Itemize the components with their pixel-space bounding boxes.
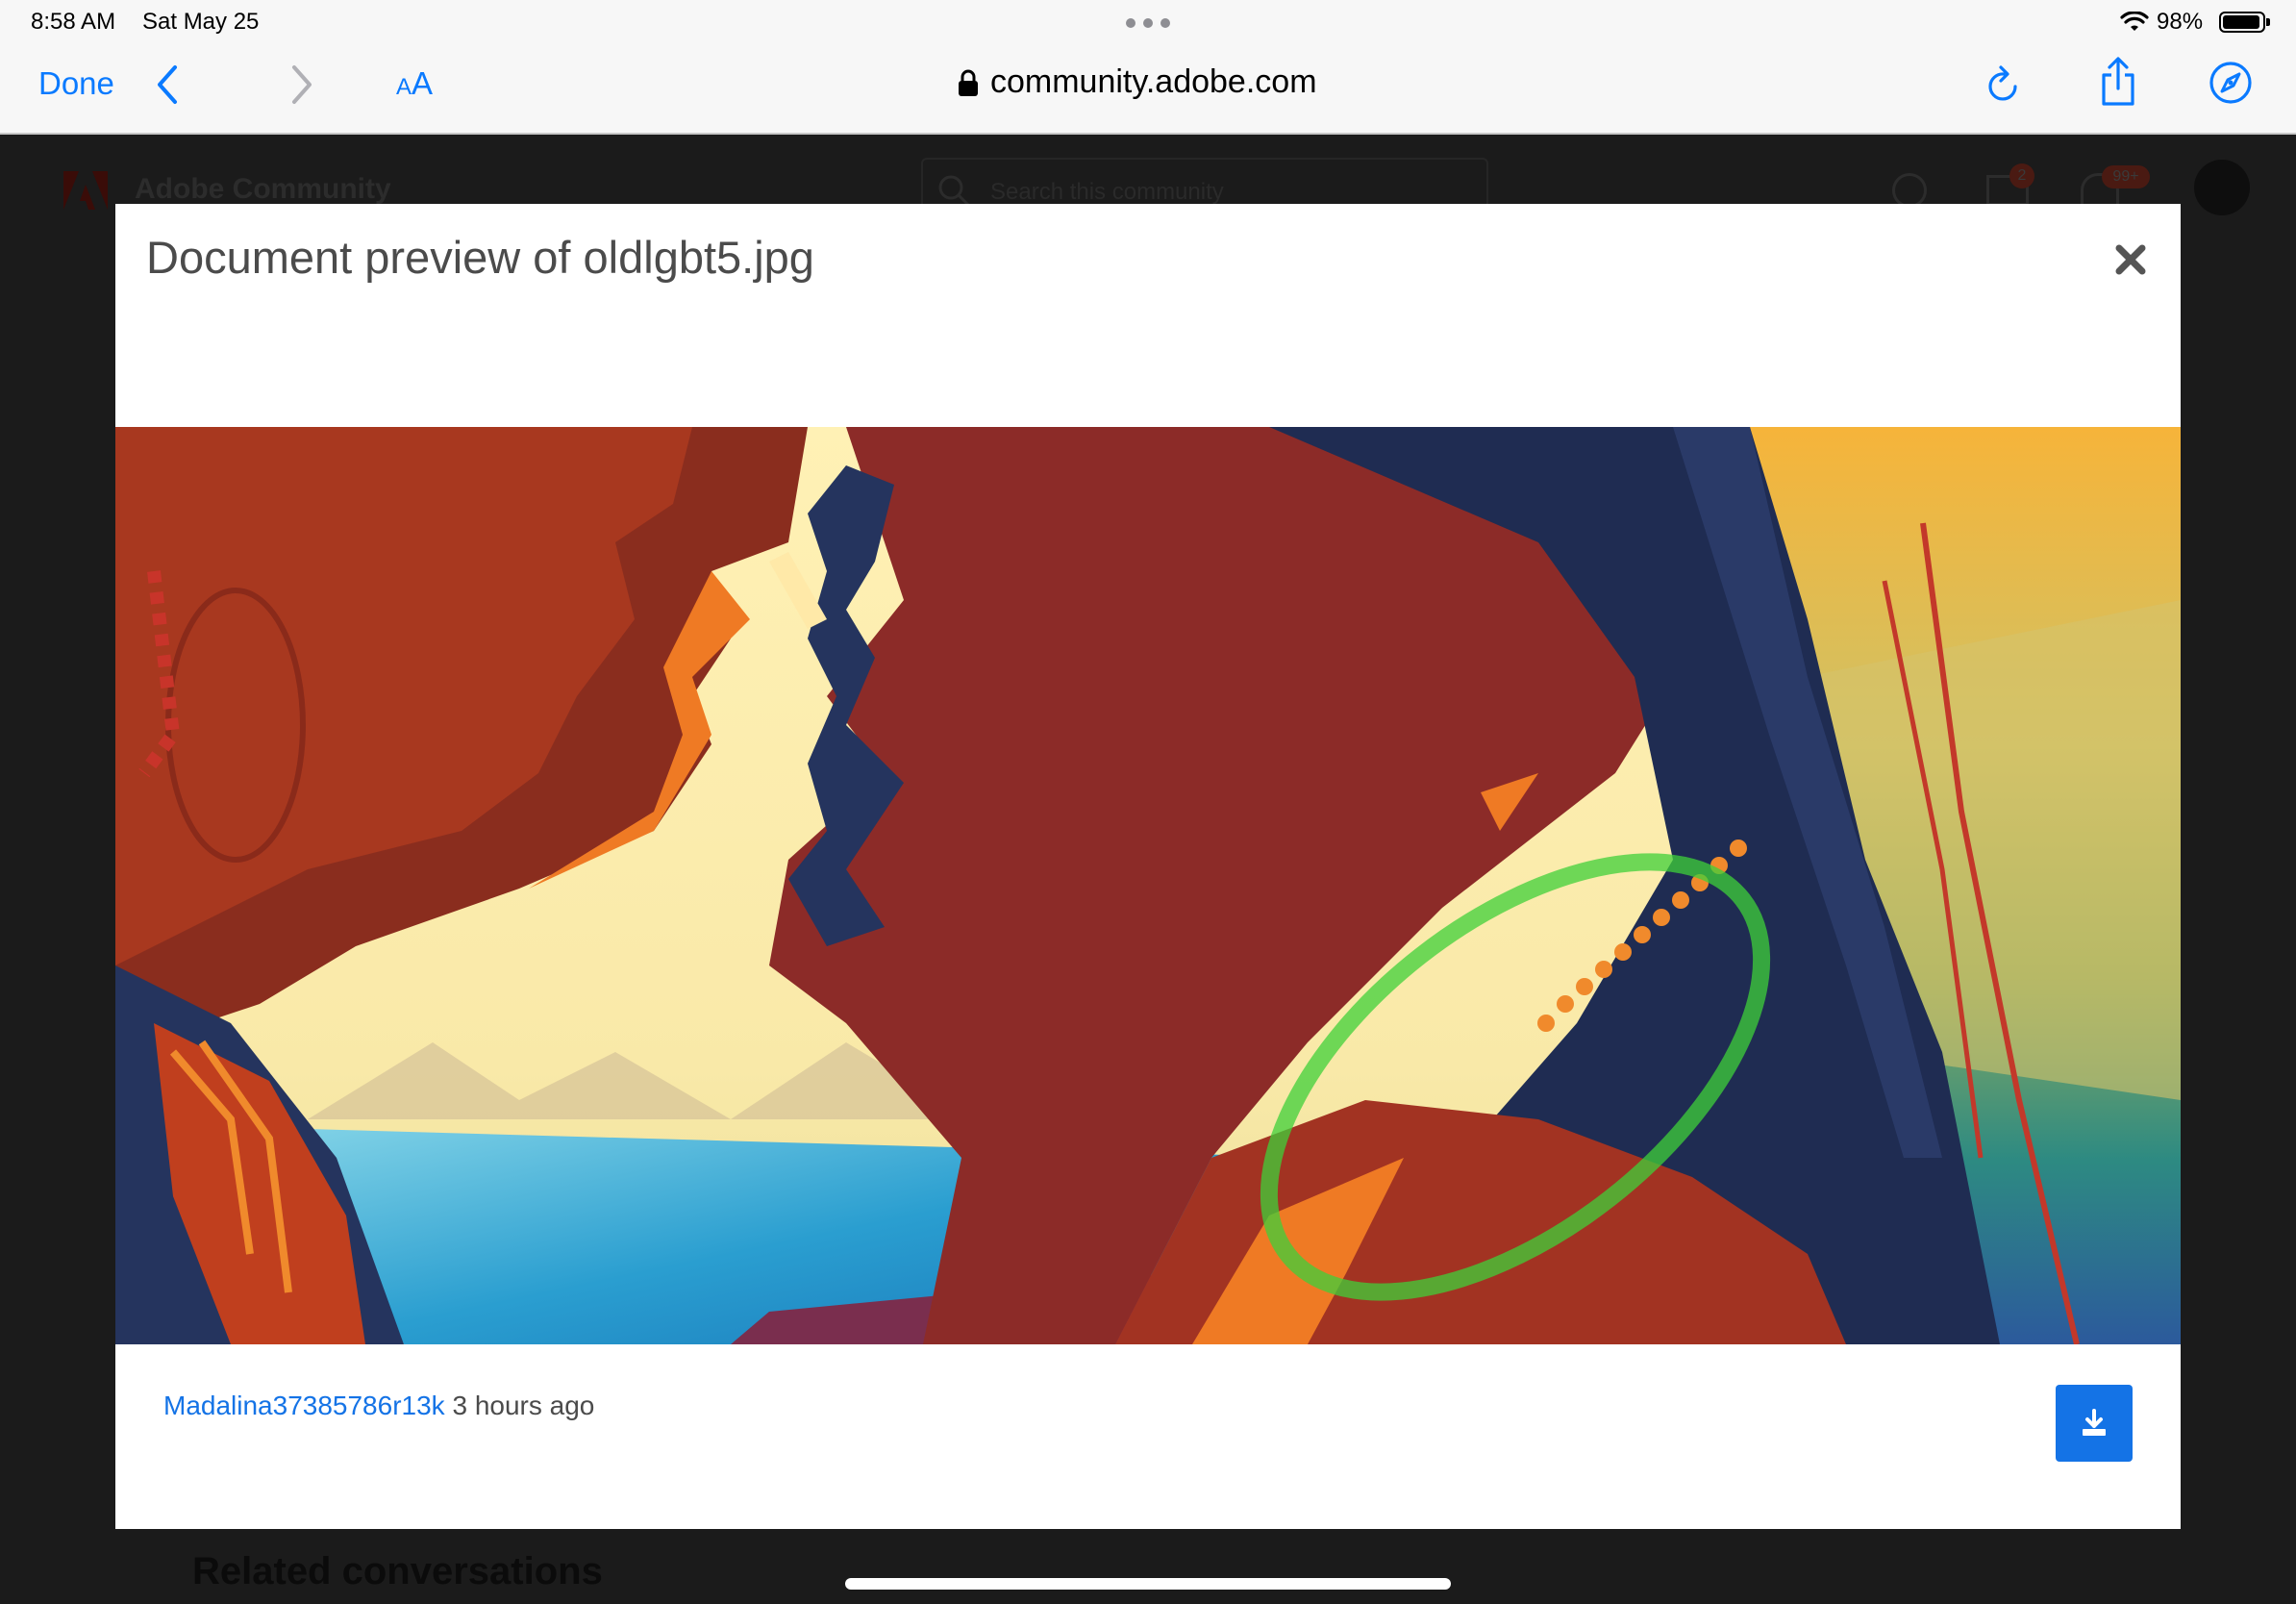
notification-badge: 99+: [2102, 165, 2150, 188]
status-time: 8:58 AM: [31, 9, 116, 35]
globe-icon: [1892, 173, 1927, 208]
adobe-logo-icon: [63, 171, 108, 210]
lock-icon: [959, 69, 978, 96]
document-preview-modal: Document preview of oldlgbt5.jpg Madalin…: [115, 204, 2181, 1529]
forward-icon[interactable]: [288, 62, 315, 108]
multitasking-dots-icon[interactable]: [1126, 18, 1170, 28]
battery-percent: 98%: [2157, 9, 2204, 35]
download-icon: [2083, 1409, 2106, 1436]
back-icon[interactable]: [154, 62, 181, 108]
mail-badge: 2: [2009, 163, 2034, 188]
address-bar[interactable]: community.adobe.com: [958, 63, 1317, 101]
search-placeholder: Search this community: [990, 179, 1224, 205]
preview-image: [115, 427, 2181, 1344]
reload-icon[interactable]: [1984, 63, 2023, 106]
status-date: Sat May 25: [142, 9, 260, 35]
modal-title: Document preview of oldlgbt5.jpg: [146, 232, 814, 283]
avatar: [2194, 160, 2250, 215]
aa-small: A: [396, 74, 412, 100]
author-link[interactable]: Madalina37385786r13k: [163, 1391, 445, 1420]
site-title: Adobe Community: [135, 173, 391, 205]
home-indicator[interactable]: [845, 1578, 1451, 1590]
status-bar: 8:58 AM Sat May 25 98%: [0, 0, 2296, 44]
post-meta: Madalina37385786r13k 3 hours ago: [163, 1391, 594, 1421]
download-button[interactable]: [2056, 1385, 2133, 1462]
browser-toolbar: Done AA community.adobe.com: [0, 44, 2296, 135]
close-icon[interactable]: [2113, 242, 2148, 277]
search-icon: [938, 175, 970, 207]
time-ago: 3 hours ago: [452, 1391, 595, 1420]
done-button[interactable]: Done: [38, 65, 114, 102]
artwork-illustration: [115, 427, 2181, 1344]
wifi-icon: [2120, 12, 2149, 31]
share-icon[interactable]: [2098, 56, 2138, 108]
aa-big: A: [412, 65, 434, 101]
url-text: community.adobe.com: [990, 63, 1317, 100]
related-heading: Related conversations: [192, 1550, 603, 1592]
text-size-button[interactable]: AA: [396, 65, 433, 102]
battery-icon: [2219, 12, 2270, 33]
compass-icon[interactable]: [2208, 60, 2254, 106]
